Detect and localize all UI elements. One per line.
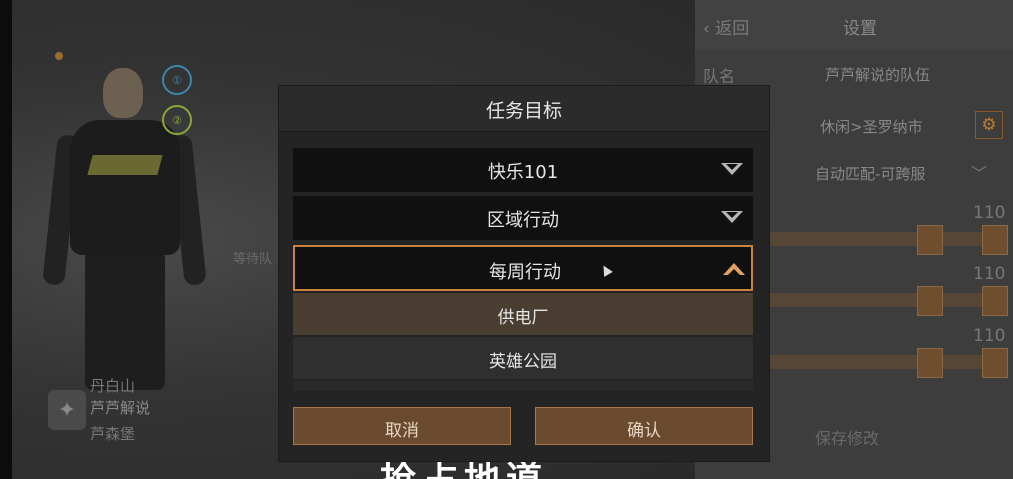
chevron-down-icon bbox=[721, 211, 743, 223]
slider-thumb-2b[interactable] bbox=[982, 286, 1008, 316]
settings-title: 设置 bbox=[843, 19, 877, 39]
team-name-label: 队名 bbox=[703, 67, 736, 86]
player-title: 丹白山 bbox=[90, 377, 136, 395]
badge-icon-1[interactable]: ① bbox=[162, 65, 192, 95]
gear-icon[interactable]: ⚙ bbox=[975, 111, 1003, 139]
dropdown-mission-2[interactable]: 区域行动 bbox=[293, 196, 753, 240]
player-guild: 芦森堡 bbox=[90, 425, 136, 443]
option-label: 英雄公园 bbox=[489, 352, 557, 372]
player-name: 芦芦解说 bbox=[90, 399, 151, 417]
option-label: 供电厂 bbox=[497, 308, 549, 328]
slider-thumb-1b[interactable] bbox=[982, 225, 1008, 255]
character-shirt-logo bbox=[87, 155, 163, 175]
slider-track-1[interactable] bbox=[765, 232, 1005, 246]
character-body bbox=[70, 120, 180, 255]
dropdown-option-partial[interactable] bbox=[293, 381, 753, 391]
video-subtitle: 抢占地道 bbox=[380, 462, 548, 479]
badge-icon-2[interactable]: ② bbox=[162, 105, 192, 135]
chevron-up-icon bbox=[723, 263, 745, 275]
chevron-left-icon: ‹ bbox=[703, 19, 710, 39]
chevron-down-icon bbox=[721, 163, 743, 175]
slider-value-3: 110 bbox=[973, 326, 1006, 346]
save-changes-button[interactable]: 保存修改 bbox=[815, 425, 879, 449]
dropdown-mission-1[interactable]: 快乐101 bbox=[293, 148, 753, 192]
cancel-button[interactable]: 取消 bbox=[293, 407, 511, 445]
waiting-text: 等待队 bbox=[233, 252, 273, 267]
slider-track-2[interactable] bbox=[765, 293, 1005, 307]
mode-value[interactable]: 休闲>圣罗纳市 bbox=[820, 116, 923, 137]
slider-value-1: 110 bbox=[973, 203, 1006, 223]
mission-target-dialog: 任务目标 快乐101 区域行动 每周行动 供电厂 英雄公园 取消 确认 bbox=[279, 86, 769, 461]
dialog-header: 任务目标 bbox=[279, 86, 769, 132]
status-dot bbox=[55, 52, 63, 60]
dropdown-option[interactable]: 英雄公园 bbox=[293, 337, 753, 379]
dialog-title: 任务目标 bbox=[485, 100, 562, 122]
slider-thumb-2a[interactable] bbox=[917, 286, 943, 316]
dropdown-option-selected[interactable]: 供电厂 bbox=[293, 293, 753, 335]
cancel-label: 取消 bbox=[385, 421, 419, 441]
back-label: 返回 bbox=[715, 19, 750, 39]
confirm-button[interactable]: 确认 bbox=[535, 407, 753, 445]
back-button[interactable]: ‹ 返回 bbox=[703, 14, 749, 39]
character-head bbox=[103, 68, 143, 118]
slider-thumb-3b[interactable] bbox=[982, 348, 1008, 378]
dropdown-label: 快乐101 bbox=[487, 162, 559, 183]
slider-track-3[interactable] bbox=[765, 355, 1005, 369]
confirm-label: 确认 bbox=[627, 421, 661, 441]
dropdown-label: 区域行动 bbox=[487, 210, 559, 231]
slider-value-2: 110 bbox=[973, 264, 1006, 284]
character-legs bbox=[85, 250, 165, 390]
team-name-value[interactable]: 芦芦解说的队伍 bbox=[825, 64, 930, 85]
dropdown-mission-3[interactable]: 每周行动 bbox=[293, 245, 753, 291]
screen-bezel bbox=[0, 0, 12, 479]
slider-thumb-3a[interactable] bbox=[917, 348, 943, 378]
slider-thumb-1a[interactable] bbox=[917, 225, 943, 255]
chevron-down-icon[interactable]: ﹀ bbox=[971, 160, 993, 184]
match-value[interactable]: 自动匹配-可跨服 bbox=[815, 163, 925, 184]
player-emblem-icon: ✦ bbox=[48, 390, 86, 430]
dropdown-label: 每周行动 bbox=[489, 262, 561, 283]
